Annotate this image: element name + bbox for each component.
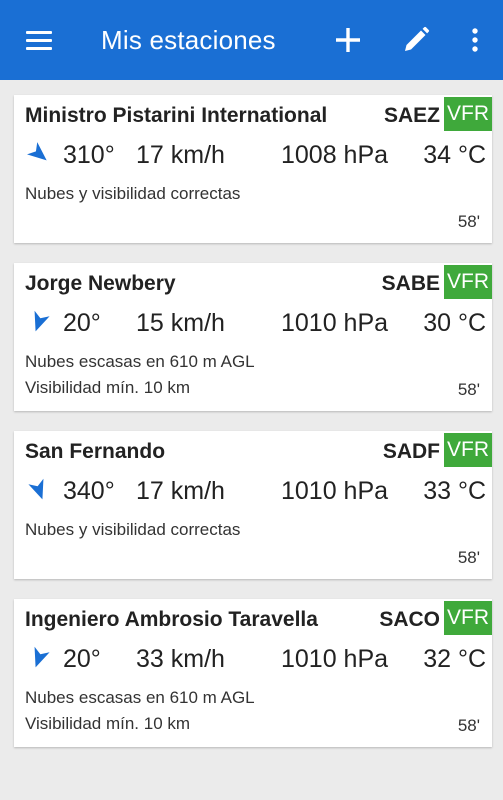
wind-direction: 20° [63,309,101,337]
wind-direction-arrow-icon [27,142,47,161]
report-age: 58' [457,212,480,231]
wind-direction-arrow-icon [34,310,50,332]
wind-direction: 20° [63,645,101,673]
station-name: Ministro Pistarini International [25,104,328,127]
conditions-line: Nubes escasas en 610 m AGL [25,352,255,371]
station-card[interactable]: San Fernando SADF VFR 340° 17 km/h 1010 … [14,431,492,579]
pressure: 1008 hPa [281,141,389,169]
edit-icon[interactable] [398,22,434,58]
wind-speed: 17 km/h [136,141,225,169]
visibility-line: Visibilidad mín. 10 km [25,378,191,397]
more-vert-icon[interactable] [457,22,493,58]
wind-direction: 340° [63,477,115,505]
temperature: 30 °C [423,309,486,337]
wind-speed: 15 km/h [136,309,225,337]
report-age: 58' [457,380,480,399]
wind-direction-arrow-icon [28,478,44,500]
station-name: San Fernando [25,440,166,463]
station-code: SABE [381,272,440,295]
wind-speed: 33 km/h [136,645,225,673]
station-name: Ingeniero Ambrosio Taravella [25,608,318,631]
pressure: 1010 hPa [281,309,389,337]
conditions-line: Nubes escasas en 610 m AGL [25,688,255,707]
menu-icon[interactable] [22,24,56,56]
station-card[interactable]: Jorge Newbery SABE VFR 20° 15 km/h 1010 … [14,263,492,411]
flight-category-badge: VFR [444,97,492,131]
conditions-line: Nubes y visibilidad correctas [25,520,241,539]
flight-category-badge: VFR [444,433,492,467]
station-name: Jorge Newbery [25,272,176,295]
pressure: 1010 hPa [281,477,389,505]
report-age: 58' [457,716,480,735]
visibility-line: Visibilidad mín. 10 km [25,714,191,733]
temperature: 33 °C [423,477,486,505]
station-card[interactable]: Ministro Pistarini International SAEZ VF… [14,95,492,243]
report-age: 58' [457,548,480,567]
flight-category-badge: VFR [444,601,492,635]
station-code: SAEZ [383,104,440,127]
station-code: SACO [379,608,440,631]
temperature: 32 °C [423,645,486,673]
wind-speed: 17 km/h [136,477,225,505]
conditions-line: Nubes y visibilidad correctas [25,184,241,203]
wind-direction-arrow-icon [34,646,50,668]
page-title: Mis estaciones [101,25,276,55]
station-card[interactable]: Ingeniero Ambrosio Taravella SACO VFR 20… [14,599,492,747]
station-code: SADF [382,440,440,463]
flight-category-badge: VFR [444,265,492,299]
app-bar: Mis estaciones [0,0,503,80]
pressure: 1010 hPa [281,645,389,673]
add-icon[interactable] [330,22,366,58]
wind-direction: 310° [63,141,115,169]
temperature: 34 °C [423,141,486,169]
